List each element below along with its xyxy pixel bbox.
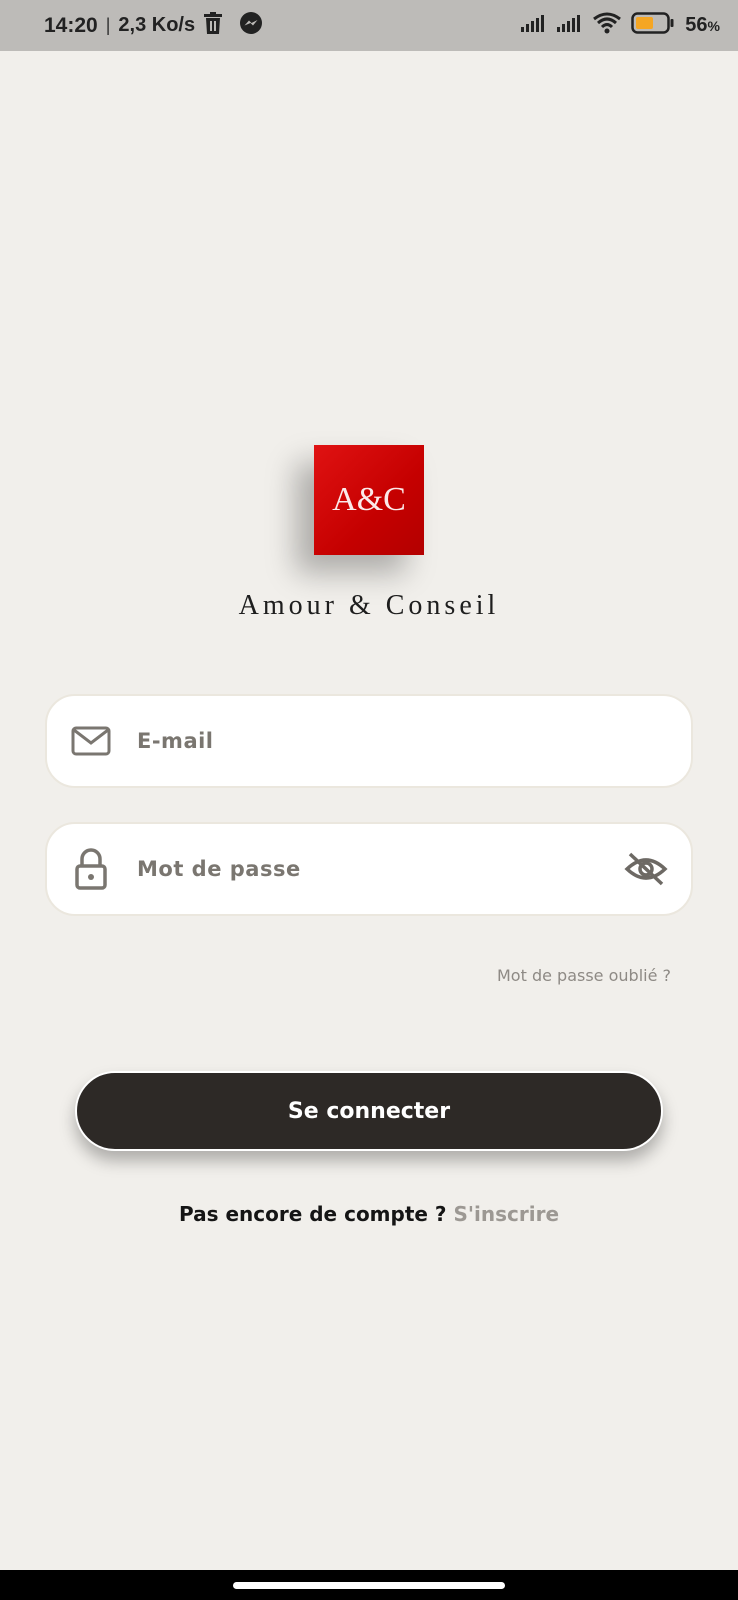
signup-link[interactable]: S'inscrire bbox=[454, 1202, 560, 1226]
status-time: 14:20 bbox=[44, 13, 98, 37]
email-input[interactable] bbox=[137, 696, 691, 786]
password-field[interactable] bbox=[45, 822, 693, 916]
battery-value: 56 bbox=[685, 14, 708, 36]
battery-icon bbox=[631, 12, 675, 39]
lock-icon bbox=[69, 847, 113, 891]
signup-row: Pas encore de compte ? S'inscrire bbox=[0, 1202, 738, 1226]
signal-icon-2 bbox=[557, 14, 583, 37]
forgot-password-link[interactable]: Mot de passe oublié ? bbox=[497, 966, 671, 985]
signal-icon bbox=[521, 14, 547, 37]
signup-prompt: Pas encore de compte ? bbox=[178, 1202, 454, 1226]
battery-unit: % bbox=[707, 18, 720, 34]
app-logo: A&C bbox=[314, 445, 424, 555]
brand-name: Amour & Conseil bbox=[238, 590, 500, 621]
status-left: 14:20 | 2,3 Ko/s bbox=[44, 11, 263, 40]
home-indicator[interactable] bbox=[233, 1582, 505, 1589]
battery-percent: 56% bbox=[685, 14, 720, 37]
logo-text: A&C bbox=[332, 481, 406, 518]
eye-off-icon[interactable] bbox=[621, 844, 671, 894]
logo-box: A&C bbox=[314, 445, 424, 555]
trash-icon bbox=[203, 12, 223, 39]
status-bar: 14:20 | 2,3 Ko/s 56% bbox=[0, 0, 738, 51]
network-speed: 2,3 Ko/s bbox=[118, 14, 196, 36]
status-right: 56% bbox=[521, 12, 720, 39]
wifi-icon bbox=[593, 12, 622, 39]
navigation-bar bbox=[0, 1570, 738, 1600]
email-field[interactable] bbox=[45, 694, 693, 788]
mail-icon bbox=[69, 719, 113, 763]
login-button[interactable]: Se connecter bbox=[75, 1071, 663, 1151]
password-input[interactable] bbox=[137, 824, 621, 914]
status-separator: | bbox=[105, 15, 111, 35]
messenger-icon bbox=[239, 11, 263, 40]
